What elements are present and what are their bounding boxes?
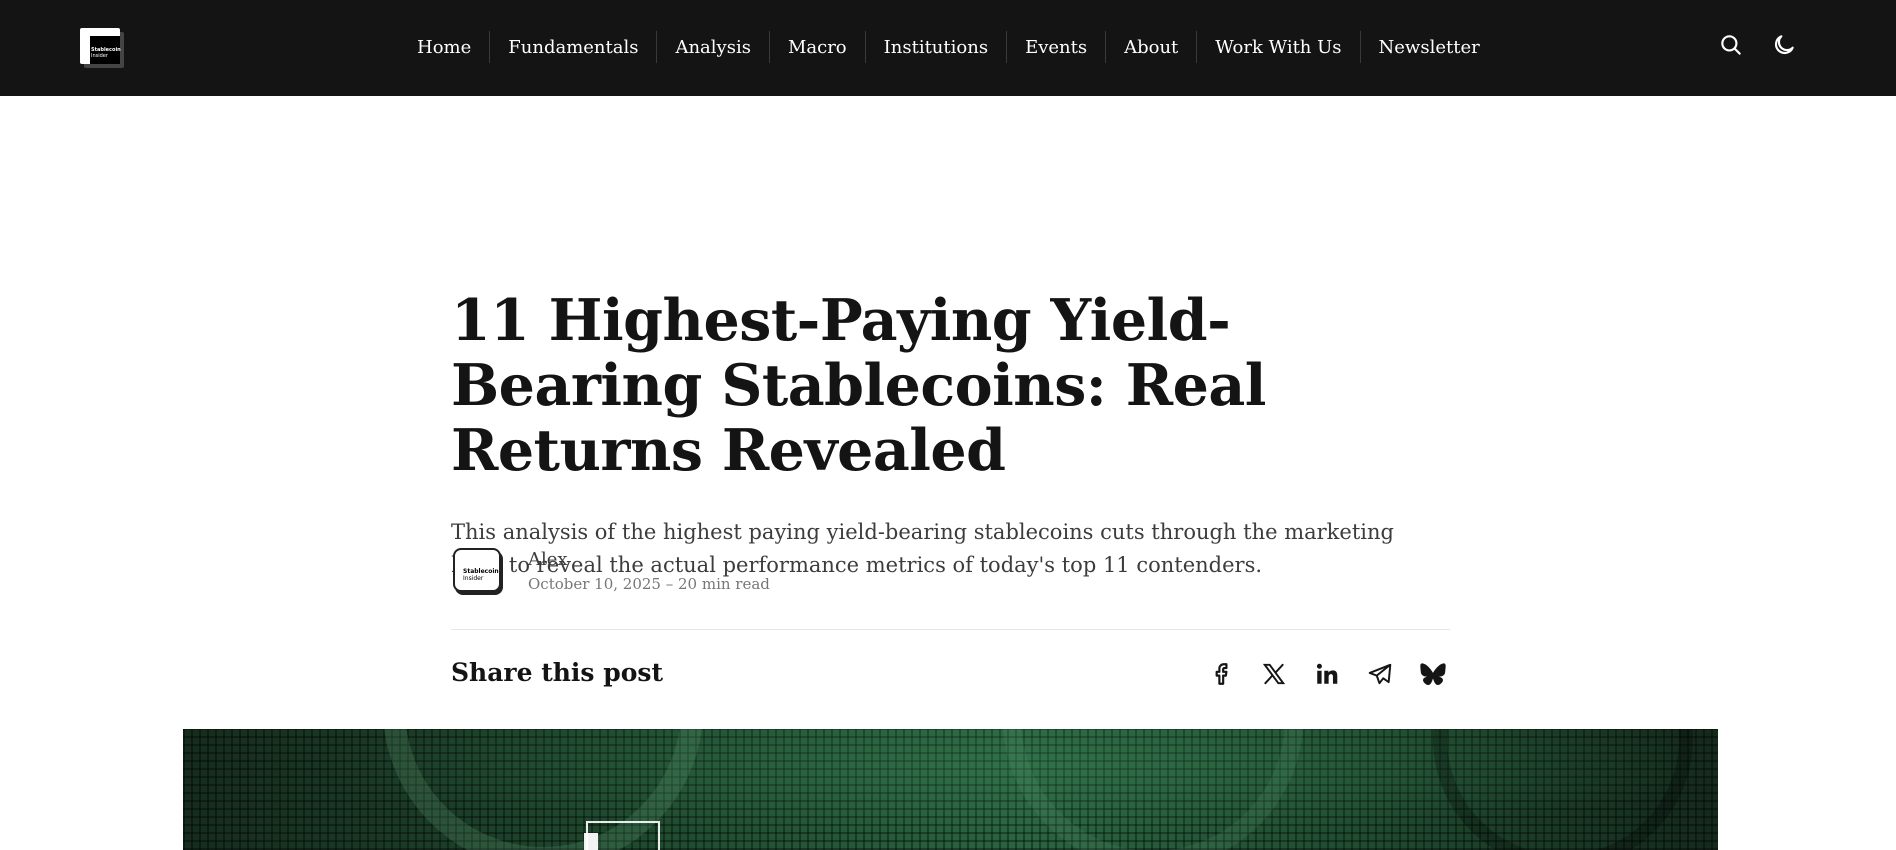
share-buttons (1208, 661, 1446, 687)
top-navigation-bar: Stablecoin Insider Home Fundamentals Ana… (0, 0, 1896, 96)
nav-item-analysis[interactable]: Analysis (657, 29, 768, 65)
nav-item-work-with-us[interactable]: Work With Us (1197, 29, 1359, 65)
nav-item-about[interactable]: About (1106, 29, 1196, 65)
bluesky-icon[interactable] (1420, 661, 1446, 687)
linkedin-icon[interactable] (1314, 661, 1340, 687)
x-icon[interactable] (1261, 661, 1287, 687)
search-icon[interactable] (1718, 32, 1744, 58)
nav-item-events[interactable]: Events (1007, 29, 1105, 65)
article-title: 11 Highest-Paying Yield-Bearing Stableco… (451, 287, 1266, 484)
post-meta: October 10, 2025 – 20 min read (528, 575, 770, 593)
article-heading-block: 11 Highest-Paying Yield-Bearing Stableco… (451, 288, 1450, 582)
author-name[interactable]: Alex (528, 549, 568, 570)
site-logo[interactable]: Stablecoin Insider (80, 28, 124, 68)
nav-item-home[interactable]: Home (399, 29, 489, 65)
nav-item-fundamentals[interactable]: Fundamentals (490, 29, 656, 65)
share-heading: Share this post (451, 658, 663, 687)
hero-image (183, 729, 1718, 850)
hero-decor-ring (1433, 729, 1693, 850)
moon-icon[interactable] (1771, 32, 1797, 58)
hero-logo-outline (586, 821, 660, 850)
divider (451, 629, 1450, 630)
main-nav: Home Fundamentals Analysis Macro Institu… (399, 29, 1498, 65)
nav-item-institutions[interactable]: Institutions (866, 29, 1006, 65)
avatar[interactable]: Stablecoin Insider (451, 548, 503, 595)
avatar-text-line2: Insider (463, 575, 484, 582)
hero-decor-ring (1003, 729, 1303, 850)
logo-text-line2: Insider (91, 53, 108, 59)
author-block: Stablecoin Insider Alex October 10, 2025… (451, 548, 1051, 596)
telegram-icon[interactable] (1367, 661, 1393, 687)
facebook-icon[interactable] (1208, 661, 1234, 687)
nav-item-newsletter[interactable]: Newsletter (1361, 29, 1498, 65)
nav-item-macro[interactable]: Macro (770, 29, 865, 65)
avatar-text-line1: Stablecoin (463, 568, 499, 575)
